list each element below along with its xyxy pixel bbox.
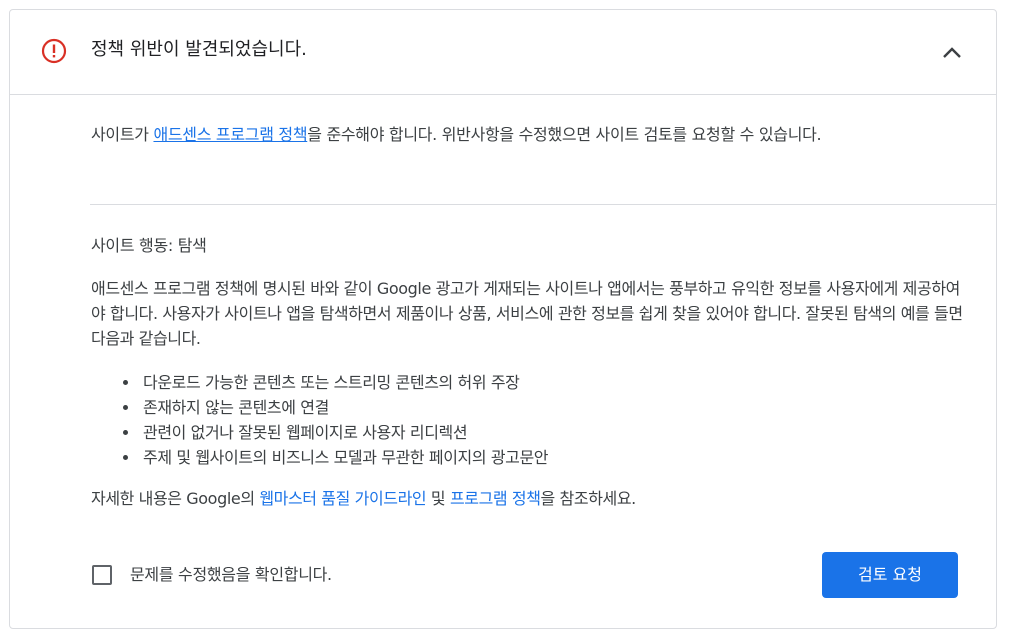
violation-title: 정책 위반이 발견되었습니다. — [91, 39, 307, 60]
card-header[interactable]: 정책 위반이 발견되었습니다. — [10, 10, 996, 95]
adsense-policy-link[interactable]: 애드센스 프로그램 정책 — [153, 125, 307, 144]
confirm-checkbox[interactable] — [92, 565, 112, 585]
intro-prefix: 사이트가 — [91, 125, 154, 144]
list-item: 존재하지 않는 콘텐츠에 연결 — [123, 395, 951, 420]
more-info-text: 자세한 내용은 Google의 웹마스터 품질 가이드라인 및 프로그램 정책을… — [91, 486, 971, 512]
more-info-suffix: 을 참조하세요. — [540, 489, 637, 508]
intro-text: 사이트가 애드센스 프로그램 정책을 준수해야 합니다. 위반사항을 수정했으면… — [91, 122, 971, 148]
list-item: 관련이 없거나 잘못된 웹페이지로 사용자 리디렉션 — [123, 420, 951, 445]
more-info-prefix: 자세한 내용은 Google의 — [91, 489, 260, 508]
policy-violation-card: 정책 위반이 발견되었습니다. 사이트가 애드센스 프로그램 정책을 준수해야 … — [9, 9, 997, 629]
section-divider — [90, 204, 996, 205]
violation-examples-list: 다운로드 가능한 콘텐츠 또는 스트리밍 콘텐츠의 허위 주장 존재하지 않는 … — [91, 370, 951, 470]
section-body: 애드센스 프로그램 정책에 명시된 바와 같이 Google 광고가 게재되는 … — [91, 279, 963, 348]
error-circle-icon — [41, 38, 67, 64]
more-info-middle: 및 — [426, 489, 450, 508]
list-item: 주제 및 웹사이트의 비즈니스 모델과 무관한 페이지의 광고문안 — [123, 445, 951, 470]
webmaster-guidelines-link[interactable]: 웹마스터 품질 가이드라인 — [259, 489, 426, 508]
program-policy-link[interactable]: 프로그램 정책 — [450, 489, 541, 508]
request-review-button[interactable]: 검토 요청 — [822, 552, 958, 598]
section-title: 사이트 행동: 탐색 — [91, 236, 207, 255]
list-item: 다운로드 가능한 콘텐츠 또는 스트리밍 콘텐츠의 허위 주장 — [123, 370, 951, 395]
chevron-up-icon[interactable] — [934, 34, 970, 70]
intro-suffix: 을 준수해야 합니다. 위반사항을 수정했으면 사이트 검토를 요청할 수 있습… — [307, 125, 822, 144]
confirm-label: 문제를 수정했음을 확인합니다. — [130, 565, 332, 584]
